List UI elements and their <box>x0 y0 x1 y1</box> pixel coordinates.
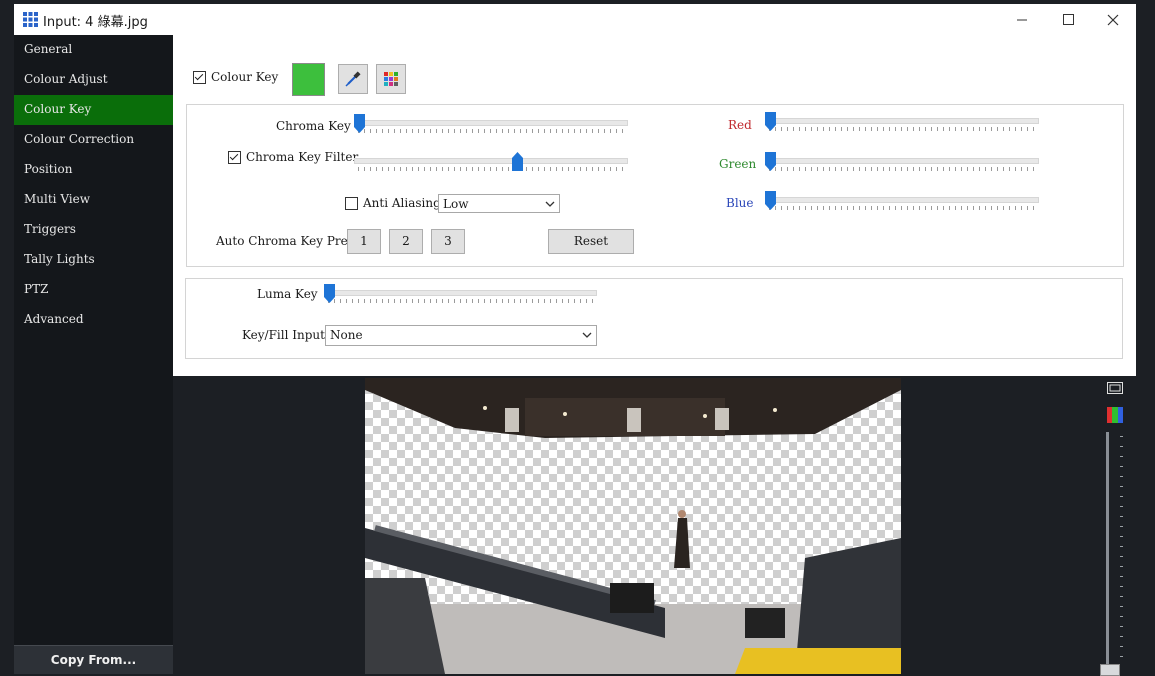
slider-track <box>354 120 628 126</box>
anti-aliasing-level-value: Low <box>443 197 469 211</box>
slider-ticks <box>358 129 624 133</box>
right-tool-strip <box>1096 376 1136 676</box>
anti-aliasing-label: Anti Aliasing <box>363 196 441 210</box>
slider-thumb[interactable] <box>324 284 335 303</box>
key-fill-input-value: None <box>330 328 363 342</box>
sidebar-item-triggers[interactable]: Triggers <box>14 215 173 245</box>
window-title: Input: 4 綠幕.jpg <box>43 15 148 30</box>
slider-thumb[interactable] <box>765 112 776 131</box>
preset-1-button[interactable]: 1 <box>347 229 381 254</box>
sidebar-item-multi-view[interactable]: Multi View <box>14 185 173 215</box>
red-label: Red <box>728 118 752 132</box>
slider-track <box>765 197 1039 203</box>
slider-ticks <box>328 299 593 303</box>
anti-aliasing-level-select[interactable]: Low <box>438 194 560 213</box>
minimize-icon <box>1016 19 1027 21</box>
blue-slider[interactable] <box>765 191 1039 214</box>
preset-3-button[interactable]: 3 <box>431 229 465 254</box>
red-slider[interactable] <box>765 112 1039 135</box>
sidebar: General Colour Adjust Colour Key Colour … <box>14 35 173 674</box>
blue-label: Blue <box>726 196 754 210</box>
reset-button[interactable]: Reset <box>548 229 634 254</box>
key-fill-input-select[interactable]: None <box>325 325 597 346</box>
slider-thumb[interactable] <box>512 152 524 171</box>
eyedropper-button[interactable] <box>338 64 368 94</box>
slider-ticks <box>769 206 1035 210</box>
volume-meter-track[interactable] <box>1106 432 1109 672</box>
keyed-preview-image <box>365 378 901 674</box>
sidebar-item-colour-correction[interactable]: Colour Correction <box>14 125 173 155</box>
colour-key-label: Colour Key <box>211 70 279 84</box>
slider-ticks <box>769 127 1035 131</box>
chevron-down-icon <box>545 201 555 207</box>
slider-track <box>354 158 628 164</box>
sidebar-item-advanced[interactable]: Advanced <box>14 305 173 335</box>
maximize-button[interactable] <box>1045 4 1091 35</box>
slider-track <box>765 158 1039 164</box>
sidebar-item-colour-adjust[interactable]: Colour Adjust <box>14 65 173 95</box>
sidebar-item-general[interactable]: General <box>14 35 173 65</box>
luma-key-slider[interactable] <box>324 284 597 307</box>
eyedropper-icon <box>345 71 361 87</box>
chroma-key-slider[interactable] <box>354 114 628 137</box>
green-label: Green <box>719 157 757 171</box>
luma-key-label: Luma Key <box>257 287 318 301</box>
chevron-down-icon <box>582 332 592 338</box>
window-titlebar: Input: 4 綠幕.jpg <box>14 4 1136 36</box>
sidebar-item-colour-key[interactable]: Colour Key <box>14 95 173 125</box>
sidebar-item-ptz[interactable]: PTZ <box>14 275 173 305</box>
fullscreen-icon[interactable] <box>1107 382 1123 394</box>
chroma-key-filter-checkbox[interactable] <box>228 151 241 164</box>
app-icon <box>23 12 38 27</box>
palette-icon <box>384 72 398 86</box>
colour-bars-icon[interactable] <box>1107 407 1123 423</box>
anti-aliasing-checkbox[interactable] <box>345 197 358 210</box>
volume-slider-thumb[interactable] <box>1100 664 1120 676</box>
palette-button[interactable] <box>376 64 406 94</box>
chroma-key-filter-label: Chroma Key Filter <box>246 150 359 164</box>
slider-ticks <box>769 167 1035 171</box>
maximize-icon <box>1062 14 1074 25</box>
colour-key-checkbox[interactable] <box>193 71 206 84</box>
sidebar-item-tally-lights[interactable]: Tally Lights <box>14 245 173 275</box>
anti-aliasing-toggle[interactable]: Anti Aliasing <box>345 196 441 210</box>
close-icon <box>1107 14 1119 25</box>
close-button[interactable] <box>1090 4 1136 35</box>
preset-2-button[interactable]: 2 <box>389 229 423 254</box>
slider-ticks <box>358 167 624 171</box>
slider-track <box>765 118 1039 124</box>
slider-thumb[interactable] <box>354 114 365 133</box>
green-slider[interactable] <box>765 152 1039 175</box>
colour-key-toggle[interactable]: Colour Key <box>193 70 278 84</box>
chroma-key-filter-toggle[interactable]: Chroma Key Filter <box>228 150 358 164</box>
sidebar-item-position[interactable]: Position <box>14 155 173 185</box>
studio-scene-image <box>365 378 901 674</box>
copy-from-button[interactable]: Copy From... <box>14 645 173 674</box>
chroma-key-filter-slider[interactable] <box>354 152 628 175</box>
slider-thumb[interactable] <box>765 152 776 171</box>
key-fill-input-label: Key/Fill Input <box>242 328 325 342</box>
slider-track <box>324 290 597 296</box>
volume-meter-ticks <box>1120 436 1123 666</box>
chroma-key-label: Chroma Key <box>276 119 351 133</box>
key-colour-swatch[interactable] <box>292 63 325 96</box>
minimize-button[interactable] <box>999 4 1045 35</box>
colour-key-panel: Colour Key Chroma Key Chroma Key Filter … <box>173 35 1136 376</box>
slider-thumb[interactable] <box>765 191 776 210</box>
